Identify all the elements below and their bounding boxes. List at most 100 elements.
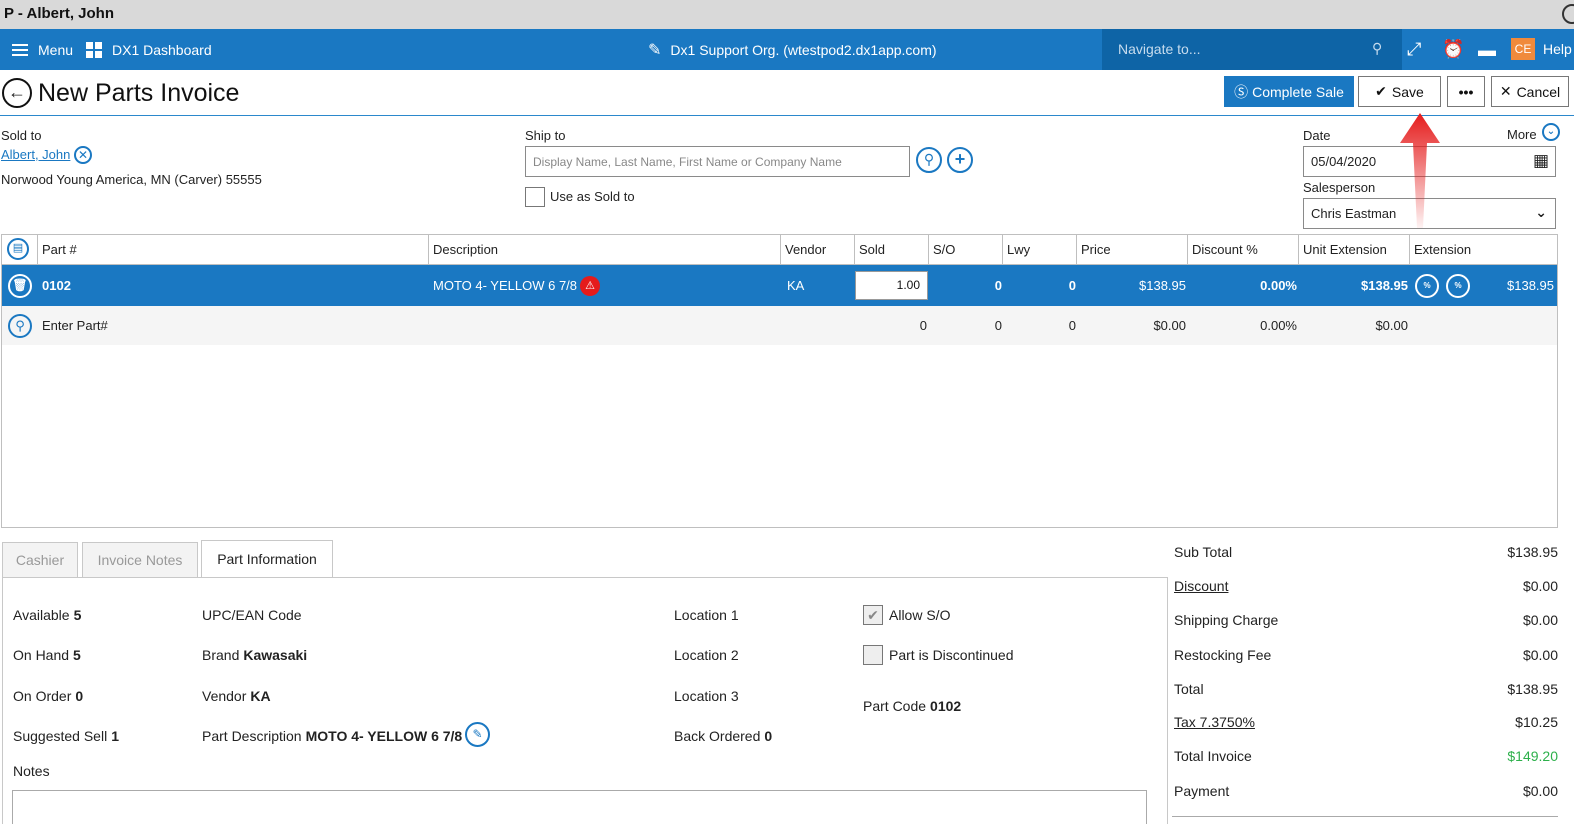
total-invoice-label: Total Invoice (1174, 748, 1252, 764)
entry-lwy: 0 (1068, 318, 1076, 333)
more-actions-button[interactable]: ••• (1447, 76, 1485, 107)
tax-value: $10.25 (1515, 714, 1558, 730)
edit-description-icon[interactable]: ✎ (465, 722, 490, 747)
date-value: 05/04/2020 (1311, 154, 1377, 169)
payment-label: Payment (1174, 783, 1230, 799)
allow-so-checkbox[interactable]: ✔ (863, 605, 883, 625)
user-avatar[interactable]: CE (1511, 38, 1535, 60)
tab-cashier[interactable]: Cashier (2, 542, 78, 578)
tab-invoice-notes[interactable]: Invoice Notes (82, 542, 198, 578)
expand-icon[interactable]: ⤢ (1407, 39, 1421, 59)
dashboard-label: DX1 Dashboard (112, 41, 212, 58)
discontinued-checkbox[interactable] (863, 645, 883, 665)
location1-label: Location 1 (674, 607, 739, 623)
menu-button[interactable]: Menu (12, 29, 73, 70)
dashboard-link[interactable]: DX1 Dashboard (86, 29, 212, 70)
save-button[interactable]: ✔ Save (1358, 76, 1441, 107)
cancel-label: Cancel (1516, 83, 1561, 100)
total-value: $138.95 (1507, 681, 1558, 697)
column-header-unit-extension[interactable]: Unit Extension (1298, 235, 1410, 264)
subtotal-value: $138.95 (1507, 544, 1558, 560)
column-header-extension[interactable]: Extension (1409, 235, 1557, 264)
annotation-arrow-icon (1400, 113, 1440, 228)
ship-to-input[interactable]: Display Name, Last Name, First Name or C… (525, 146, 910, 177)
entry-unit-extension: $0.00 (1375, 318, 1408, 333)
brand-field: Brand Kawasaki (202, 647, 308, 663)
enter-part-input[interactable]: Enter Part# (42, 306, 108, 345)
more-toggle-label[interactable]: More (1507, 127, 1537, 142)
chevron-down-icon[interactable]: ⌄ (1542, 123, 1560, 141)
column-header-lwy[interactable]: Lwy (1002, 235, 1077, 264)
calendar-icon[interactable]: ▦ (1533, 151, 1549, 171)
row-price: $138.95 (1139, 278, 1186, 293)
help-link[interactable]: Help (1543, 41, 1572, 57)
ship-to-search-icon[interactable]: ⚲ (916, 147, 942, 173)
salesperson-value: Chris Eastman (1311, 206, 1397, 221)
entry-discount: 0.00% (1260, 318, 1297, 333)
pencil-icon: ✎ (648, 41, 662, 59)
column-header-part[interactable]: Part # (37, 235, 429, 264)
row-description-text: MOTO 4- YELLOW 6 7/8 (433, 278, 578, 293)
row-vendor: KA (787, 278, 805, 293)
suggested-sell-field: Suggested Sell 1 (13, 728, 119, 744)
use-as-sold-to-label: Use as Sold to (550, 189, 635, 204)
sold-to-customer-link[interactable]: Albert, John (1, 147, 70, 162)
complete-sale-button[interactable]: Ⓢ Complete Sale (1224, 76, 1354, 107)
column-header-vendor[interactable]: Vendor (780, 235, 855, 264)
vendor-field: Vendor KA (202, 688, 271, 704)
part-description-field: Part Description MOTO 4- YELLOW 6 7/8 (202, 728, 463, 744)
column-header-sold[interactable]: Sold (854, 235, 929, 264)
tab-part-information[interactable]: Part Information (201, 540, 333, 578)
remove-customer-icon[interactable]: ✕ (74, 146, 92, 164)
dropdown-chevron-icon: ⌄ (1535, 204, 1547, 220)
part-search-icon[interactable]: ⚲ (8, 314, 32, 338)
save-label: Save (1391, 83, 1424, 100)
discount-badge-icon[interactable]: % (1415, 274, 1439, 298)
total-label: Total (1174, 681, 1204, 697)
part-code-field: Part Code 0102 (863, 698, 962, 714)
totals-divider (1172, 816, 1558, 817)
restocking-fee-value: $0.00 (1522, 647, 1558, 663)
organization-selector[interactable]: ✎ Dx1 Support Org. (wtestpod2.dx1app.com… (648, 29, 937, 70)
discount-value: $0.00 (1522, 578, 1558, 594)
delete-row-icon[interactable]: 🗑 (8, 274, 32, 298)
table-row[interactable]: 🗑 0102 MOTO 4- YELLOW 6 7/8 ⚠ KA 1.00 0 … (2, 265, 1557, 306)
part-information-panel (2, 577, 1168, 824)
row-unit-extension: $138.95 (1361, 278, 1408, 293)
tax-badge-icon[interactable]: % (1446, 274, 1470, 298)
row-part-number: 0102 (42, 278, 71, 293)
available-field: Available 5 (13, 607, 82, 623)
close-icon: ✕ (1499, 83, 1512, 99)
window-add-icon[interactable] (1562, 4, 1574, 24)
grid-settings-icon[interactable]: ▤ (7, 238, 29, 260)
on-hand-field: On Hand 5 (13, 647, 81, 663)
column-header-description[interactable]: Description (428, 235, 781, 264)
alarm-clock-icon[interactable]: ⏰ (1442, 39, 1464, 59)
row-sold-input[interactable]: 1.00 (855, 271, 928, 300)
dashboard-tiles-icon (86, 41, 102, 58)
use-as-sold-to-checkbox[interactable] (525, 187, 545, 207)
restocking-fee-label: Restocking Fee (1174, 647, 1272, 663)
search-icon[interactable]: ⚲ (1372, 38, 1382, 58)
column-header-so[interactable]: S/O (928, 235, 1003, 264)
notes-label: Notes (13, 763, 50, 779)
back-arrow-icon[interactable]: ← (2, 78, 32, 108)
upc-label: UPC/EAN Code (202, 607, 302, 623)
alert-badge-icon[interactable]: ⚠ (580, 275, 601, 296)
navigate-search-input[interactable]: Navigate to... ⚲ (1102, 29, 1402, 70)
sold-to-address: Norwood Young America, MN (Carver) 55555 (1, 172, 262, 187)
chat-icon[interactable]: ▬ (1478, 40, 1496, 60)
page-title: New Parts Invoice (38, 79, 240, 107)
add-ship-to-icon[interactable]: + (947, 147, 973, 173)
discount-link[interactable]: Discount (1174, 578, 1228, 594)
cancel-button[interactable]: ✕ Cancel (1491, 76, 1569, 107)
column-header-discount[interactable]: Discount % (1187, 235, 1299, 264)
column-header-price[interactable]: Price (1076, 235, 1188, 264)
part-entry-row: ⚲ Enter Part# 0 0 0 $0.00 0.00% $0.00 (2, 306, 1557, 345)
notes-textarea[interactable] (12, 790, 1147, 824)
more-actions-label: ••• (1458, 83, 1474, 100)
row-lwy: 0 (1068, 278, 1076, 293)
navigate-placeholder: Navigate to... (1118, 41, 1201, 57)
date-label: Date (1303, 128, 1331, 143)
tax-link[interactable]: Tax 7.3750% (1174, 714, 1255, 730)
